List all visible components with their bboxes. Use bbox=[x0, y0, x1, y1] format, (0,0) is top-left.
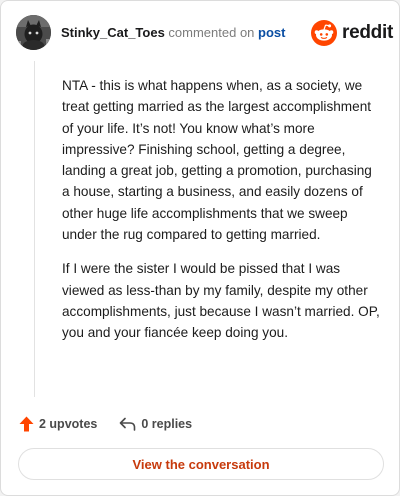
reddit-wordmark: reddit bbox=[342, 22, 393, 43]
reply-count: 0 replies bbox=[141, 417, 193, 431]
user-avatar-icon bbox=[16, 15, 51, 50]
commented-on-text: commented on bbox=[168, 25, 255, 40]
comment-paragraph: If I were the sister I would be pissed t… bbox=[62, 261, 380, 341]
username[interactable]: Stinky_Cat_Toes bbox=[61, 25, 165, 40]
upvote-button[interactable]: 2 upvotes bbox=[19, 416, 97, 432]
comment-actions: 2 upvotes 0 replies bbox=[19, 415, 192, 433]
reddit-logo[interactable]: reddit bbox=[311, 20, 393, 46]
reply-arrow-icon bbox=[120, 417, 136, 431]
upvote-arrow-icon bbox=[19, 416, 34, 432]
user-avatar[interactable] bbox=[16, 15, 51, 50]
reddit-snoo-icon bbox=[311, 20, 337, 46]
comment-embed-card: Stinky_Cat_Toes commented on post reddit… bbox=[0, 0, 400, 496]
comment-header: Stinky_Cat_Toes commented on post bbox=[61, 25, 286, 41]
upvote-count: 2 upvotes bbox=[39, 417, 98, 431]
thread-line bbox=[34, 61, 35, 397]
view-conversation-button[interactable]: View the conversation bbox=[18, 448, 384, 480]
comment-body: NTA - this is what happens when, as a so… bbox=[62, 75, 380, 357]
comment-paragraph: NTA - this is what happens when, as a so… bbox=[62, 78, 372, 243]
post-link[interactable]: post bbox=[258, 25, 285, 40]
reply-button[interactable]: 0 replies bbox=[119, 417, 192, 431]
